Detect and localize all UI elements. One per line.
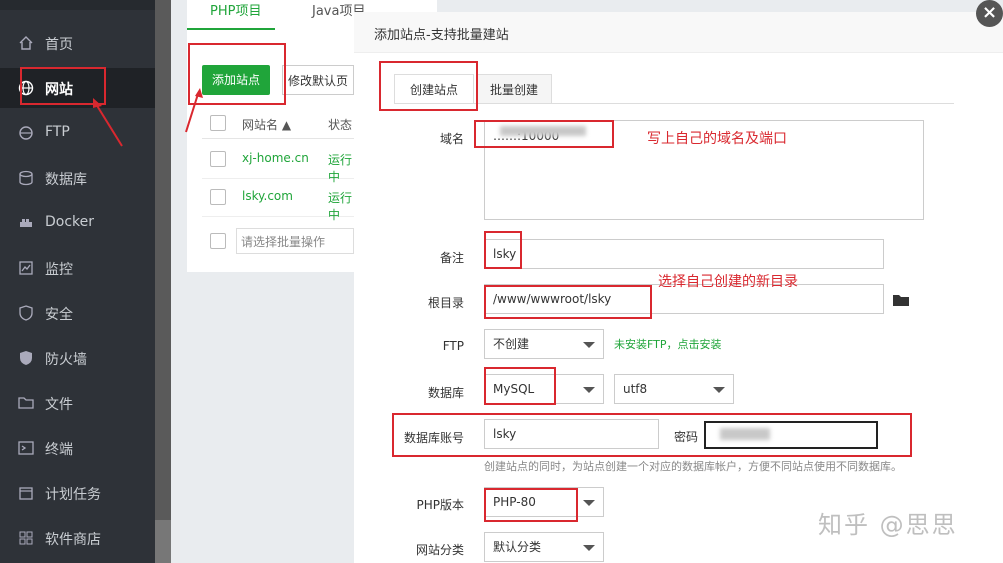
arrow-head [93,98,102,108]
watermark: 知乎 @思思 [818,511,958,539]
arrow-to-website [95,103,123,147]
arrow-to-add-site [185,93,199,133]
annotation-arrows [93,88,203,147]
